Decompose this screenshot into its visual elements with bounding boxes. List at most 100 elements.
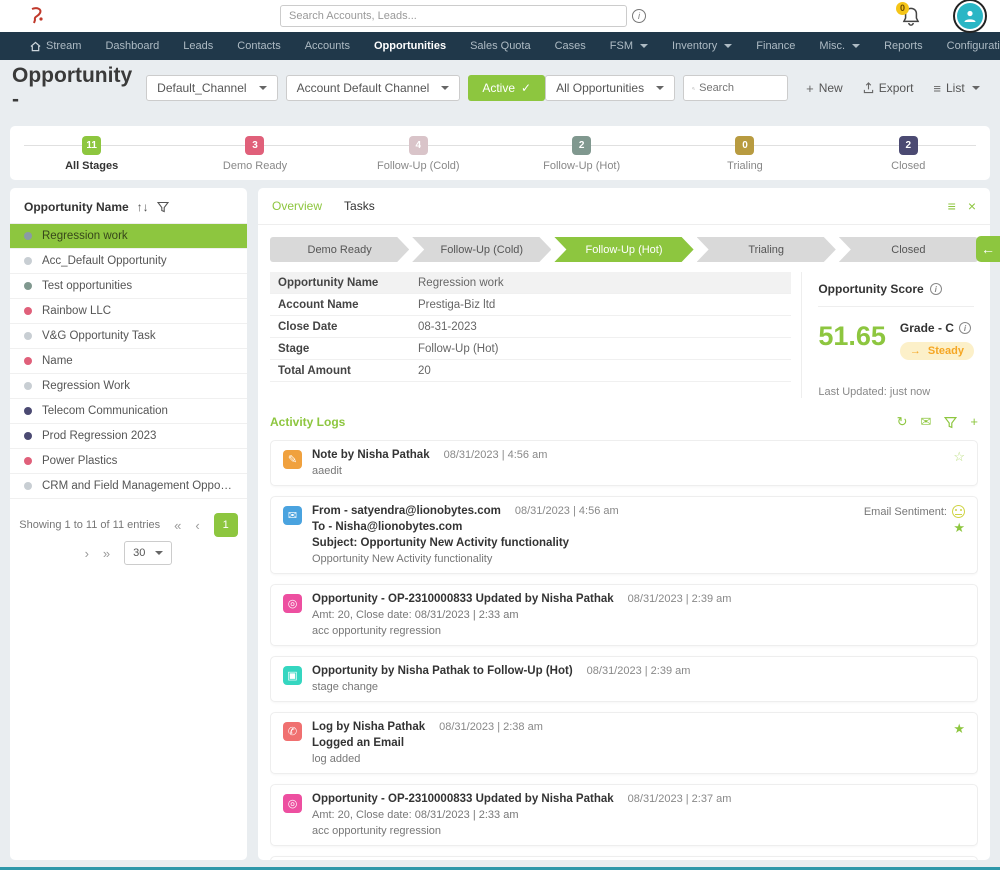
- stage-summary-item[interactable]: 3 Demo Ready: [173, 126, 336, 180]
- stage-chevron[interactable]: Trialing: [697, 237, 836, 262]
- nav-item[interactable]: Configurations: [947, 40, 1000, 52]
- nav-item[interactable]: Finance: [756, 40, 795, 52]
- user-avatar[interactable]: [953, 0, 987, 33]
- active-status-button[interactable]: Active ✓: [468, 75, 545, 101]
- list-view-button[interactable]: ≡ List: [933, 81, 979, 96]
- opportunity-list-item[interactable]: Regression work: [10, 224, 247, 249]
- activity-log-entry[interactable]: ✎ Note by Nisha Pathak 08/31/2023 | 4:56…: [270, 440, 978, 486]
- nav-item[interactable]: Inventory: [672, 40, 732, 52]
- opportunity-list-item[interactable]: Rainbow LLC: [10, 299, 247, 324]
- close-icon[interactable]: ×: [968, 198, 976, 214]
- activity-log-entry[interactable]: ✉ From - satyendra@lionobytes.com 08/31/…: [270, 496, 978, 574]
- filter-icon[interactable]: [944, 416, 957, 429]
- nav-item[interactable]: Opportunities: [374, 40, 446, 52]
- activity-detail-line: acc opportunity regression: [312, 625, 955, 637]
- activity-timestamp: 08/31/2023 | 4:56 am: [444, 449, 548, 461]
- channel-select[interactable]: Default_Channel: [146, 75, 277, 101]
- sidebar-header: Opportunity Name ↑↓: [10, 188, 247, 224]
- stage-summary-item[interactable]: 2 Follow-Up (Hot): [500, 126, 663, 180]
- stage-summary-item[interactable]: 2 Closed: [827, 126, 990, 180]
- stage-summary-item[interactable]: 4 Follow-Up (Cold): [337, 126, 500, 180]
- stage-chevron[interactable]: Follow-Up (Hot): [554, 237, 693, 262]
- account-channel-select-value: Account Default Channel: [297, 81, 430, 95]
- nav-item-label: Contacts: [237, 40, 280, 52]
- activity-logs-title: Activity Logs: [270, 415, 345, 429]
- page-size-select[interactable]: 30: [124, 541, 172, 565]
- opportunity-list-item[interactable]: V&G Opportunity Task: [10, 324, 247, 349]
- export-button[interactable]: Export: [863, 81, 914, 95]
- opportunity-list-item[interactable]: Prod Regression 2023: [10, 424, 247, 449]
- collapse-panel-button[interactable]: ←: [976, 236, 1000, 262]
- star-icon[interactable]: ☆: [953, 449, 965, 465]
- stage-chevron[interactable]: Follow-Up (Cold): [412, 237, 551, 262]
- nav-item[interactable]: Stream: [30, 40, 81, 52]
- info-icon[interactable]: i: [959, 322, 971, 334]
- star-icon[interactable]: ★: [953, 520, 965, 536]
- status-dot: [24, 432, 32, 440]
- opportunity-list-item[interactable]: Regression Work: [10, 374, 247, 399]
- nav-item-label: Accounts: [305, 40, 350, 52]
- filter-icon[interactable]: [157, 201, 169, 213]
- stage-chevron[interactable]: Closed: [839, 237, 978, 262]
- opportunity-list-item[interactable]: Name: [10, 349, 247, 374]
- first-page-button[interactable]: «: [174, 518, 181, 533]
- next-page-button[interactable]: ›: [85, 546, 89, 561]
- opportunity-list-item[interactable]: Power Plastics: [10, 449, 247, 474]
- list-search-input[interactable]: [699, 82, 779, 94]
- score-last-updated: Last Updated: just now: [818, 386, 974, 398]
- nav-item[interactable]: Reports: [884, 40, 923, 52]
- page-title: Opportunity -: [12, 64, 132, 112]
- view-filter-select[interactable]: All Opportunities: [545, 75, 675, 101]
- stage-summary-item[interactable]: 11 All Stages: [10, 126, 173, 180]
- note-icon: ✎: [283, 450, 302, 469]
- sort-icon[interactable]: ↑↓: [137, 200, 149, 214]
- notifications-button[interactable]: 0: [898, 4, 924, 30]
- opportunity-list-item[interactable]: Acc_Default Opportunity: [10, 249, 247, 274]
- menu-icon[interactable]: ≡: [948, 198, 956, 214]
- opportunity-icon: ◎: [283, 794, 302, 813]
- chevron-down-icon: [441, 86, 449, 90]
- activity-log-entry[interactable]: ◎ Opportunity - OP-2310000833 Updated by…: [270, 784, 978, 846]
- nav-item[interactable]: Misc.: [819, 40, 860, 52]
- activity-log-entry[interactable]: ▣ Opportunity by Nisha Pathak to Follow-…: [270, 656, 978, 702]
- stage-summary-item[interactable]: 0 Trialing: [663, 126, 826, 180]
- score-grade: Grade - C: [900, 321, 954, 335]
- add-activity-icon[interactable]: +: [970, 414, 978, 430]
- global-search-input[interactable]: [280, 5, 627, 27]
- activity-log-entry[interactable]: ◎ Opportunity - OP-2310000833 Created by…: [270, 856, 978, 860]
- nav-item[interactable]: Leads: [183, 40, 213, 52]
- activity-log-entry[interactable]: ◎ Opportunity - OP-2310000833 Updated by…: [270, 584, 978, 646]
- mail-filter-icon[interactable]: ✉: [921, 414, 932, 430]
- new-button[interactable]: + New: [806, 81, 843, 96]
- star-icon[interactable]: ★: [953, 721, 965, 737]
- nav-item[interactable]: Dashboard: [105, 40, 159, 52]
- info-icon[interactable]: i: [930, 283, 942, 295]
- nav-item[interactable]: Cases: [555, 40, 586, 52]
- account-channel-select[interactable]: Account Default Channel: [286, 75, 461, 101]
- stage-chevron[interactable]: Demo Ready: [270, 237, 409, 262]
- prev-page-button[interactable]: ‹: [195, 518, 199, 533]
- current-page-button[interactable]: 1: [214, 513, 238, 537]
- activity-detail-line: aaedit: [312, 465, 943, 477]
- refresh-icon[interactable]: ↻: [897, 414, 908, 430]
- opportunity-list-item[interactable]: Telecom Communication: [10, 399, 247, 424]
- opportunity-list-item[interactable]: CRM and Field Management Opportunity: [10, 474, 247, 499]
- detail-fields: Opportunity Name Regression work Account…: [270, 272, 791, 398]
- chevron-down-icon: [656, 86, 664, 90]
- nav-item-label: Reports: [884, 40, 923, 52]
- nav-item[interactable]: Contacts: [237, 40, 280, 52]
- nav-item[interactable]: FSM: [610, 40, 648, 52]
- nav-item[interactable]: Sales Quota: [470, 40, 531, 52]
- detail-tab[interactable]: Overview: [272, 199, 322, 213]
- detail-tab[interactable]: Tasks: [344, 199, 375, 213]
- activity-detail-line: Subject: Opportunity New Activity functi…: [312, 537, 854, 549]
- last-page-button[interactable]: »: [103, 546, 110, 561]
- opportunity-list-item[interactable]: Test opportunities: [10, 274, 247, 299]
- nav-item[interactable]: Accounts: [305, 40, 350, 52]
- stage-label: Trialing: [727, 160, 763, 172]
- activity-timestamp: 08/31/2023 | 2:37 am: [628, 793, 732, 805]
- list-search-box[interactable]: [683, 75, 788, 101]
- activity-log-entry[interactable]: ✆ Log by Nisha Pathak 08/31/2023 | 2:38 …: [270, 712, 978, 774]
- info-icon[interactable]: i: [632, 9, 646, 23]
- plus-icon: +: [806, 81, 814, 96]
